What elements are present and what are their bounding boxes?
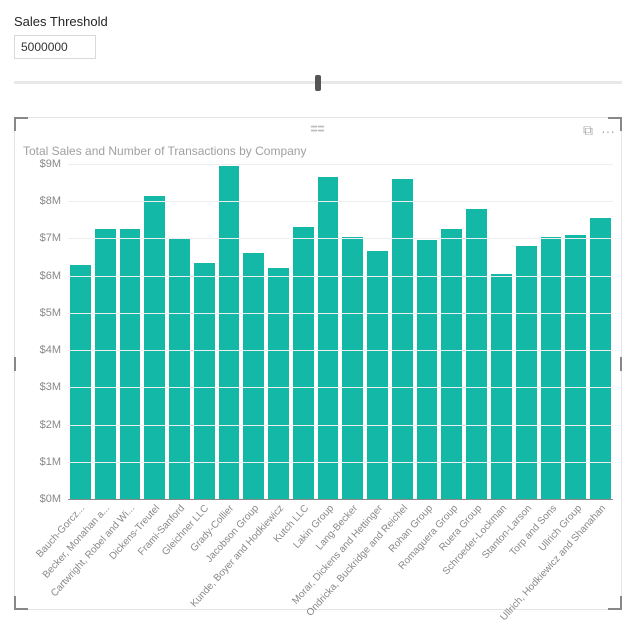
x-tick: Schroeder-Lockman [491,503,512,611]
bar[interactable] [70,265,91,500]
bar[interactable] [268,268,289,499]
y-tick: $4M [40,344,61,356]
y-tick: $2M [40,419,61,431]
chart-title: Total Sales and Number of Transactions b… [15,142,621,164]
x-tick: Ullrich, Hodkiewicz and Shanahan [590,503,611,611]
x-axis: Bauch-Gorcz...Becker, Monahan a...Cartwr… [67,499,613,611]
x-tick: Dickens-Treutel [143,503,164,611]
bar[interactable] [565,235,586,499]
bar[interactable] [466,209,487,499]
bar[interactable] [144,196,165,499]
bar[interactable] [441,229,462,499]
bar[interactable] [392,179,413,499]
x-tick: Cartwright, Robel and Wi... [119,503,140,611]
x-tick: Frami-Sanford [168,503,189,611]
slider-thumb[interactable] [315,75,321,91]
visual-header: ━━━━ ⧉ ··· [15,118,621,142]
x-tick: Jacobson Group [243,503,264,611]
bar[interactable] [169,238,190,499]
drag-handle-icon[interactable]: ━━━━ [310,126,326,134]
bar[interactable] [194,263,215,499]
chart-visual-frame[interactable]: ━━━━ ⧉ ··· Total Sales and Number of Tra… [14,117,622,610]
x-tick: Kunde, Boyer and Hodkiewicz [268,503,289,611]
y-tick: $6M [40,270,61,282]
bar[interactable] [293,227,314,499]
y-tick: $1M [40,456,61,468]
more-options-icon[interactable]: ··· [601,123,615,139]
y-tick: $8M [40,195,61,207]
bar[interactable] [590,218,611,499]
y-tick: $7M [40,232,61,244]
bar[interactable] [417,240,438,499]
threshold-slider[interactable] [14,73,622,93]
sales-threshold-input[interactable] [14,35,96,59]
x-tick: Ullrich Group [565,503,586,611]
chart-grid [67,164,613,499]
bar[interactable] [95,229,116,499]
chart-plot: $0M$1M$2M$3M$4M$5M$6M$7M$8M$9M [23,164,613,499]
y-tick: $5M [40,307,61,319]
bar[interactable] [120,229,141,499]
y-tick: $3M [40,381,61,393]
x-tick: Morar, Dickens and Hettinger [367,503,388,611]
x-tick: Rohan Group [416,503,437,611]
y-tick: $9M [40,158,61,170]
sales-threshold-label: Sales Threshold [14,14,622,29]
bar[interactable] [219,166,240,499]
y-tick: $0M [40,493,61,505]
bar[interactable] [318,177,339,499]
y-axis: $0M$1M$2M$3M$4M$5M$6M$7M$8M$9M [23,164,65,499]
focus-mode-icon[interactable]: ⧉ [583,122,593,139]
